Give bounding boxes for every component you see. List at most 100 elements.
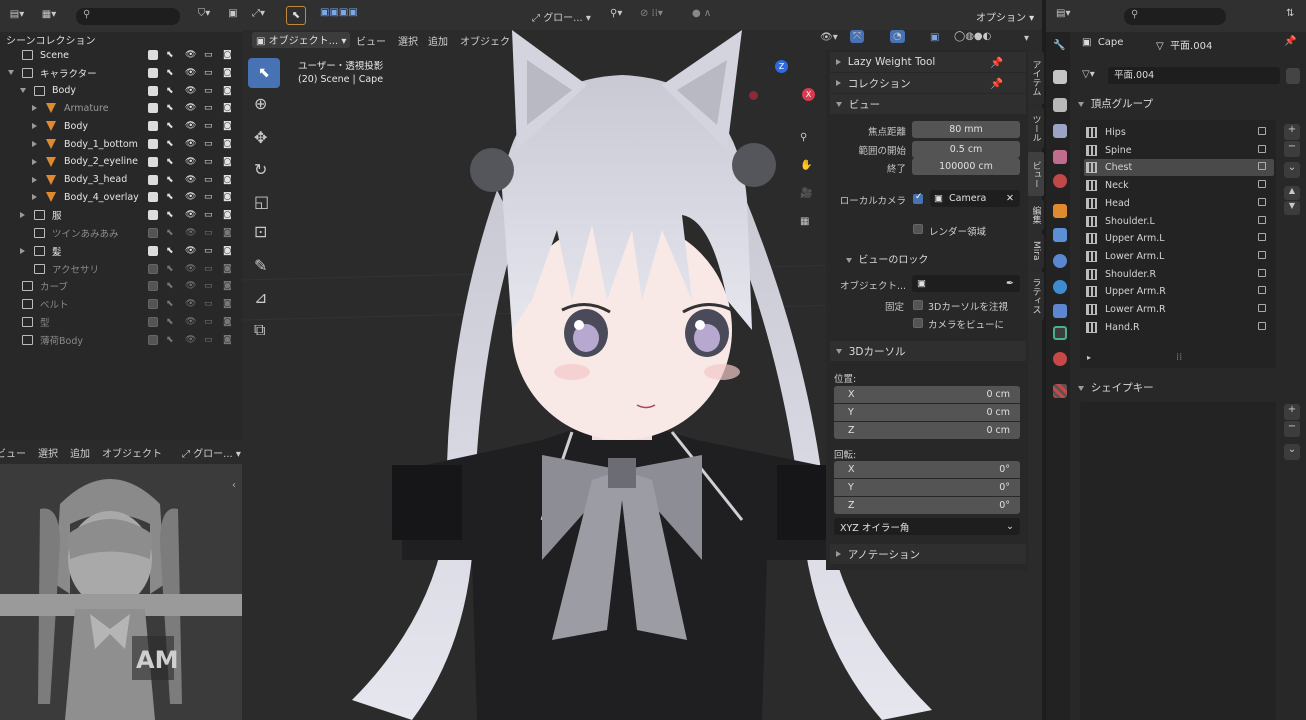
eye-icon[interactable]: 👁 — [185, 121, 196, 131]
monitor-icon[interactable]: ▭ — [204, 50, 213, 60]
cursor-rot-z[interactable]: Z 0° — [834, 497, 1020, 514]
eye-icon[interactable]: 👁 — [185, 335, 196, 345]
camera-icon[interactable]: ◙ — [223, 175, 232, 185]
tab-view[interactable]: ビュー — [1028, 152, 1044, 196]
select-icon[interactable]: ⬉ — [166, 86, 174, 96]
outliner-row[interactable]: 服 ⬉ 👁 ▭ ◙ — [0, 206, 242, 224]
camera-icon[interactable]: ◙ — [223, 210, 232, 220]
monitor-icon[interactable]: ▭ — [204, 175, 213, 185]
monitor-icon[interactable]: ▭ — [204, 157, 213, 167]
monitor-icon[interactable]: ▭ — [204, 246, 213, 256]
camera-icon[interactable]: ◙ — [223, 157, 232, 167]
world-properties-icon[interactable] — [1053, 174, 1067, 188]
select-icon[interactable]: ⬉ — [166, 68, 174, 78]
vertex-group-item[interactable]: Spine — [1084, 142, 1274, 159]
cursor-loc-y[interactable]: Y0 cm — [834, 404, 1020, 421]
lock-icon[interactable] — [1258, 197, 1266, 206]
navigation-gizmo[interactable]: Z X — [747, 58, 827, 138]
vertex-group-item[interactable]: Lower Arm.L — [1084, 248, 1274, 265]
outliner-row[interactable]: Armature ⬉ 👁 ▭ ◙ — [0, 99, 242, 117]
vertex-group-item[interactable]: Head — [1084, 195, 1274, 212]
tab-edit[interactable]: 編集 — [1028, 200, 1044, 230]
outliner-row[interactable]: カーブ ⬉ 👁 ▭ ◙ — [0, 277, 242, 295]
monitor-icon[interactable]: ▭ — [204, 264, 213, 274]
outliner-row[interactable]: Scene ⬉ 👁 ▭ ◙ — [0, 46, 242, 64]
monitor-icon[interactable]: ▭ — [204, 335, 213, 345]
monitor-icon[interactable]: ▭ — [204, 139, 213, 149]
panel-3d-cursor[interactable]: 3Dカーソル — [830, 341, 1026, 361]
panel-lazy-weight[interactable]: Lazy Weight Tool 📌 — [830, 52, 1026, 72]
select-icon[interactable]: ⬉ — [166, 175, 174, 185]
expand-right-icon[interactable] — [20, 212, 25, 219]
vertex-group-item[interactable]: Upper Arm.L — [1084, 230, 1274, 247]
outliner-row[interactable]: Body ⬉ 👁 ▭ ◙ — [0, 82, 242, 100]
expand-right-icon[interactable] — [32, 158, 37, 165]
eye-icon[interactable]: 👁 — [185, 68, 196, 78]
exclude-checkbox[interactable] — [148, 121, 158, 132]
tab-item[interactable]: アイテム — [1028, 52, 1044, 104]
texture-properties-icon[interactable] — [1053, 384, 1067, 398]
pan-icon[interactable]: ✋ — [800, 160, 812, 171]
exclude-checkbox[interactable] — [148, 139, 158, 149]
list-resize-grip[interactable]: ⁞⁞ — [1176, 352, 1182, 363]
camera-icon[interactable]: ◙ — [223, 228, 232, 238]
vertex-group-menu-button[interactable]: ⌄ — [1284, 162, 1300, 178]
lock-icon[interactable] — [1258, 286, 1266, 295]
eye-icon[interactable]: 👁 — [185, 228, 196, 238]
clip-start-field[interactable]: 0.5 cm — [912, 141, 1020, 158]
exclude-checkbox[interactable] — [148, 156, 158, 167]
expand-right-icon[interactable] — [20, 247, 25, 254]
mini-viewport[interactable]: ビュー 選択 追加 オブジェクト ⤢ グロー... ▾ AM ‹ — [0, 440, 242, 720]
monitor-icon[interactable]: ▭ — [204, 210, 213, 220]
eye-icon[interactable]: 👁 — [185, 192, 196, 202]
object-properties-icon[interactable] — [1053, 204, 1067, 218]
vertex-group-item[interactable]: Lower Arm.R — [1084, 301, 1274, 318]
constraints-properties-icon[interactable] — [1053, 304, 1067, 318]
monitor-icon[interactable]: ▭ — [204, 281, 213, 291]
annotate-tool-icon[interactable]: ✎ — [254, 256, 267, 275]
select-box-tool[interactable]: ⬉ — [248, 58, 280, 88]
outliner-row[interactable]: Body_1_bottom ⬉ 👁 ▭ ◙ — [0, 135, 242, 153]
shape-keys-header[interactable]: シェイプキー — [1078, 380, 1154, 395]
select-icon[interactable]: ⬉ — [166, 103, 174, 113]
exclude-checkbox[interactable] — [148, 210, 158, 221]
select-icon[interactable]: ⬉ — [166, 50, 174, 60]
remove-vertex-group-button[interactable]: − — [1284, 141, 1300, 157]
lock-icon[interactable] — [1258, 250, 1266, 259]
vertex-groups-header[interactable]: 頂点グループ — [1078, 96, 1153, 111]
mini-menu-select[interactable]: 選択 — [38, 445, 58, 460]
filter-icon[interactable]: ⛉▾ — [194, 8, 214, 19]
lock-icon[interactable] — [1258, 304, 1266, 312]
vertex-group-item[interactable]: Hips — [1084, 124, 1274, 141]
pin-icon[interactable]: 📌 — [1284, 36, 1296, 47]
outliner-row[interactable]: 型 ⬉ 👁 ▭ ◙ — [0, 313, 242, 331]
mini-menu-object[interactable]: オブジェクト — [102, 445, 162, 460]
exclude-checkbox[interactable] — [148, 50, 158, 60]
camera-icon[interactable]: ◙ — [223, 50, 232, 60]
lock-icon[interactable] — [1258, 144, 1266, 153]
monitor-icon[interactable]: ▭ — [204, 103, 213, 113]
exclude-checkbox[interactable] — [148, 281, 158, 292]
exclude-checkbox[interactable] — [148, 317, 158, 327]
camera-icon[interactable]: ◙ — [223, 192, 232, 202]
pin-icon[interactable]: 📌 — [990, 77, 1003, 90]
exclude-checkbox[interactable] — [148, 67, 158, 78]
lock-icon[interactable] — [1258, 321, 1266, 330]
local-camera-checkbox[interactable]: ✓ — [913, 192, 923, 204]
select-icon[interactable]: ⬉ — [166, 157, 174, 167]
exclude-checkbox[interactable] — [148, 174, 158, 185]
select-icon[interactable]: ⬉ — [166, 210, 174, 220]
fake-user-icon[interactable] — [1286, 68, 1300, 84]
lock-icon[interactable] — [1258, 268, 1266, 277]
select-icon[interactable]: ⬉ — [166, 228, 174, 238]
camera-field[interactable]: ▣ Camera ✕ — [930, 190, 1020, 207]
view-layer-icon[interactable] — [1053, 124, 1067, 138]
camera-view-icon[interactable]: 🎥 — [800, 188, 812, 199]
lock-icon[interactable] — [1258, 180, 1266, 189]
eye-icon[interactable]: 👁 — [185, 264, 196, 274]
monitor-icon[interactable]: ▭ — [204, 228, 213, 238]
eye-icon[interactable]: 👁 — [185, 86, 196, 96]
eye-icon[interactable]: 👁 — [185, 139, 196, 149]
select-icon[interactable]: ⬉ — [166, 246, 174, 256]
properties-options-icon[interactable]: ⇅ — [1286, 8, 1294, 19]
